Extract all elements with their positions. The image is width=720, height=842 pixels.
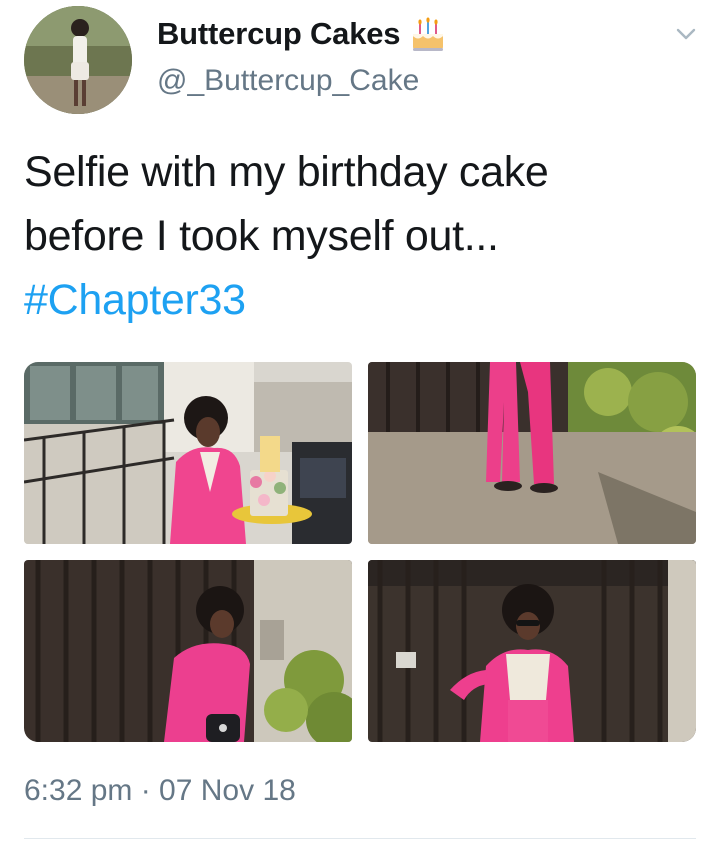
avatar-image: [24, 6, 132, 114]
chevron-down-icon[interactable]: [672, 20, 700, 48]
tweet-text-line: Selfie with my birthday cake: [24, 148, 549, 196]
tweet-text: Selfie with my birthday cake before I to…: [24, 140, 696, 332]
photo-with-cake[interactable]: [24, 362, 352, 544]
photo-pink-trousers[interactable]: [368, 362, 696, 544]
author-name-row[interactable]: Buttercup Cakes: [157, 14, 448, 54]
birthday-cake-icon: [413, 17, 444, 51]
author-display-name[interactable]: Buttercup Cakes: [157, 16, 401, 52]
tweet-timestamp[interactable]: 6:32 pm · 07 Nov 18: [24, 774, 296, 808]
author-handle[interactable]: @_Buttercup_Cake: [157, 64, 419, 98]
divider: [24, 838, 696, 839]
photo-pink-suit-pose[interactable]: [368, 560, 696, 742]
photo-pink-suit-bag[interactable]: [24, 560, 352, 742]
avatar[interactable]: [24, 6, 132, 114]
tweet-text-line: before I took myself out...: [24, 212, 499, 260]
hashtag-link[interactable]: #Chapter33: [24, 268, 696, 332]
